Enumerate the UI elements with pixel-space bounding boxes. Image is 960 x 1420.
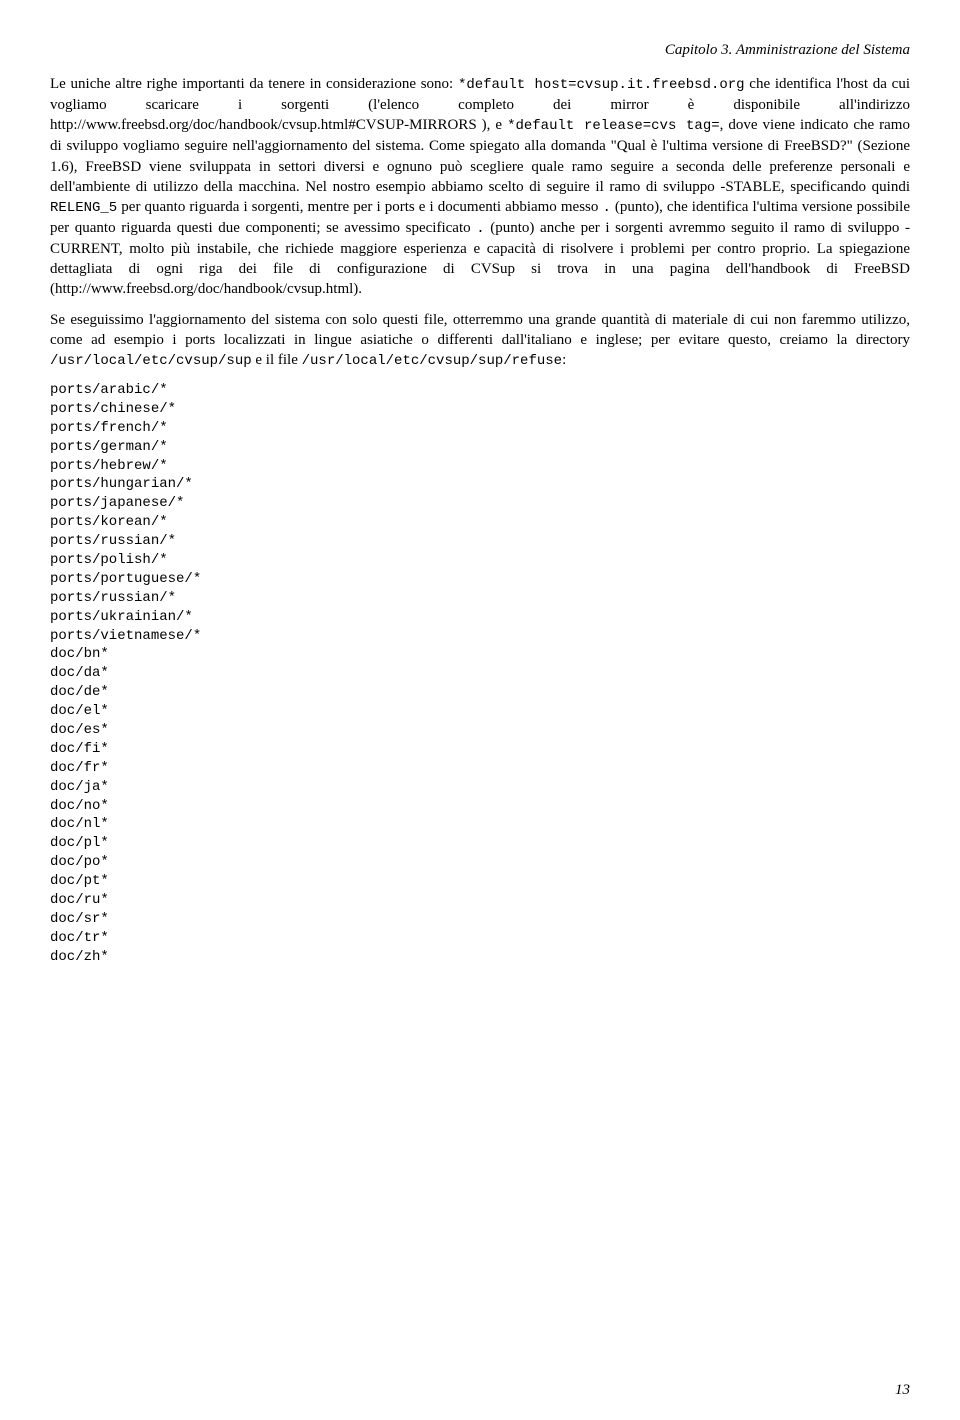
text-segment: Se eseguissimo l'aggiornamento del siste… (50, 312, 910, 348)
text-segment: per quanto riguarda i sorgenti, mentre p… (117, 199, 602, 215)
text-segment: e il file (252, 352, 302, 368)
code-sup-dir: /usr/local/etc/cvsup/sup (50, 353, 252, 369)
text-segment: : (562, 352, 566, 368)
text-segment: Le uniche altre righe importanti da tene… (50, 76, 458, 92)
chapter-header: Capitolo 3. Amministrazione del Sistema (50, 40, 910, 60)
paragraph-2: Se eseguissimo l'aggiornamento del siste… (50, 310, 910, 371)
code-dot-1: . (602, 200, 610, 216)
code-releng: RELENG_5 (50, 200, 117, 216)
paragraph-1: Le uniche altre righe importanti da tene… (50, 74, 910, 299)
code-default-release: *default release=cvs tag= (507, 118, 720, 134)
code-dot-2: . (476, 221, 484, 237)
code-refuse-file: /usr/local/etc/cvsup/sup/refuse (302, 353, 562, 369)
page-number: 13 (895, 1380, 910, 1400)
code-default-host: *default host=cvsup.it.freebsd.org (458, 77, 745, 93)
refuse-file-listing: ports/arabic/* ports/chinese/* ports/fre… (50, 381, 910, 967)
